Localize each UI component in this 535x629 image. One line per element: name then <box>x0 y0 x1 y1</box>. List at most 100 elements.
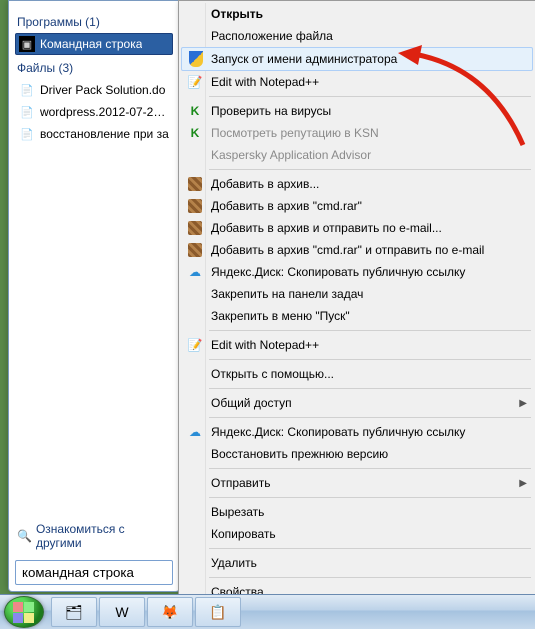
menu-item-label: Посмотреть репутацию в KSN <box>211 126 379 140</box>
file-icon: 📄 <box>19 82 35 98</box>
menu-separator <box>209 388 531 389</box>
start-menu-panel: Программы (1) ▣ Командная строка Файлы (3… <box>8 0 180 592</box>
menu-item[interactable]: 📝 Edit with Notepad++ <box>181 334 533 356</box>
menu-item-label: Закрепить в меню "Пуск" <box>211 309 350 323</box>
yandex-disk-icon: ☁ <box>186 263 204 281</box>
menu-item[interactable]: Добавить в архив "cmd.rar" <box>181 195 533 217</box>
menu-item[interactable]: ☁ Яндекс.Диск: Скопировать публичную ссыл… <box>181 421 533 443</box>
menu-item[interactable]: Закрепить в меню "Пуск" <box>181 305 533 327</box>
file-icon: 📄 <box>19 104 35 120</box>
windows-logo-icon <box>13 602 34 623</box>
file-icon: 📄 <box>19 126 35 142</box>
programs-header: Программы (1) <box>17 15 173 29</box>
menu-item-label: Общий доступ <box>211 396 292 410</box>
menu-separator <box>209 497 531 498</box>
menu-separator <box>209 96 531 97</box>
menu-item[interactable]: Восстановить прежнюю версию <box>181 443 533 465</box>
menu-item: K Посмотреть репутацию в KSN <box>181 122 533 144</box>
taskbar-word[interactable]: W <box>99 597 145 627</box>
kaspersky-icon: K <box>186 124 204 142</box>
see-more-link[interactable]: 🔍 Ознакомиться с другими <box>15 516 173 556</box>
search-input[interactable] <box>15 560 173 585</box>
menu-item-label: Добавить в архив "cmd.rar" и отправить п… <box>211 243 484 257</box>
winrar-icon <box>186 175 204 193</box>
results-pane: Программы (1) ▣ Командная строка Файлы (3… <box>9 1 179 153</box>
file-result[interactable]: 📄 Driver Pack Solution.do <box>15 79 173 101</box>
search-icon: 🔍 <box>17 529 32 543</box>
menu-separator <box>209 577 531 578</box>
kaspersky-icon: K <box>186 102 204 120</box>
menu-item[interactable]: Удалить <box>181 552 533 574</box>
menu-separator <box>209 468 531 469</box>
menu-item-label: Восстановить прежнюю версию <box>211 447 388 461</box>
taskbar-firefox[interactable]: 🦊 <box>147 597 193 627</box>
menu-item[interactable]: Закрепить на панели задач <box>181 283 533 305</box>
menu-item-label: Вырезать <box>211 505 264 519</box>
menu-item-label: Edit with Notepad++ <box>211 338 319 352</box>
menu-separator <box>209 330 531 331</box>
menu-item[interactable]: Расположение файла <box>181 25 533 47</box>
menu-item-label: Яндекс.Диск: Скопировать публичную ссылк… <box>211 425 465 439</box>
menu-item[interactable]: Открыть <box>181 3 533 25</box>
winrar-icon <box>186 219 204 237</box>
file-result[interactable]: 📄 wordpress.2012-07-21.x <box>15 101 173 123</box>
menu-item[interactable]: Вырезать <box>181 501 533 523</box>
file-result[interactable]: 📄 восстановление при за <box>15 123 173 145</box>
winrar-icon <box>186 197 204 215</box>
files-header: Файлы (3) <box>17 61 173 75</box>
menu-item[interactable]: ☁ Яндекс.Диск: Скопировать публичную ссыл… <box>181 261 533 283</box>
menu-item-label: Запуск от имени администратора <box>211 52 397 66</box>
menu-item-label: Закрепить на панели задач <box>211 287 363 301</box>
taskbar-explorer[interactable]: 🗂 <box>51 597 97 627</box>
menu-item[interactable]: Общий доступ ▶ <box>181 392 533 414</box>
shield-icon <box>187 50 205 68</box>
menu-item: Kaspersky Application Advisor <box>181 144 533 166</box>
menu-item-label: Удалить <box>211 556 257 570</box>
winrar-icon <box>186 241 204 259</box>
menu-item-label: Проверить на вирусы <box>211 104 331 118</box>
menu-item-label: Отправить <box>211 476 271 490</box>
menu-separator <box>209 417 531 418</box>
menu-item-label: Яндекс.Диск: Скопировать публичную ссылк… <box>211 265 465 279</box>
start-bottom: 🔍 Ознакомиться с другими <box>9 510 179 591</box>
context-menu: Открыть Расположение файла Запуск от имени… <box>178 0 535 606</box>
menu-separator <box>209 359 531 360</box>
app-icon: 📋 <box>209 604 226 621</box>
menu-separator <box>209 548 531 549</box>
menu-item[interactable]: Копировать <box>181 523 533 545</box>
cmd-icon: ▣ <box>19 36 35 52</box>
menu-item[interactable]: Добавить в архив... <box>181 173 533 195</box>
taskbar-app[interactable]: 📋 <box>195 597 241 627</box>
menu-item[interactable]: Запуск от имени администратора <box>181 47 533 71</box>
menu-item[interactable]: Добавить в архив "cmd.rar" и отправить п… <box>181 239 533 261</box>
menu-item-label: Edit with Notepad++ <box>211 75 319 89</box>
start-button[interactable] <box>4 596 44 628</box>
menu-item-label: Добавить в архив "cmd.rar" <box>211 199 362 213</box>
chevron-right-icon: ▶ <box>519 478 527 489</box>
menu-item-label: Открыть с помощью... <box>211 367 334 381</box>
menu-item-label: Копировать <box>211 527 276 541</box>
menu-separator <box>209 169 531 170</box>
menu-item[interactable]: Добавить в архив и отправить по e-mail..… <box>181 217 533 239</box>
result-label: Командная строка <box>40 37 142 51</box>
see-more-label: Ознакомиться с другими <box>36 522 171 550</box>
firefox-icon: 🦊 <box>161 604 178 621</box>
menu-item-label: Добавить в архив... <box>211 177 319 191</box>
yandex-disk-icon: ☁ <box>186 423 204 441</box>
menu-item-label: Добавить в архив и отправить по e-mail..… <box>211 221 442 235</box>
menu-item[interactable]: K Проверить на вирусы <box>181 100 533 122</box>
menu-item[interactable]: 📝Edit with Notepad++ <box>181 71 533 93</box>
menu-item-label: Расположение файла <box>211 29 333 43</box>
result-label: wordpress.2012-07-21.x <box>40 105 169 119</box>
taskbar: 🗂 W 🦊 📋 <box>0 594 535 629</box>
menu-item[interactable]: Отправить ▶ <box>181 472 533 494</box>
result-label: восстановление при за <box>40 127 169 141</box>
menu-item[interactable]: Открыть с помощью... <box>181 363 533 385</box>
explorer-icon: 🗂 <box>65 604 83 621</box>
menu-item-label: Открыть <box>211 7 263 21</box>
notepadpp-icon: 📝 <box>186 336 204 354</box>
chevron-right-icon: ▶ <box>519 398 527 409</box>
program-result[interactable]: ▣ Командная строка <box>15 33 173 55</box>
result-label: Driver Pack Solution.do <box>40 83 165 97</box>
word-icon: W <box>115 604 128 620</box>
